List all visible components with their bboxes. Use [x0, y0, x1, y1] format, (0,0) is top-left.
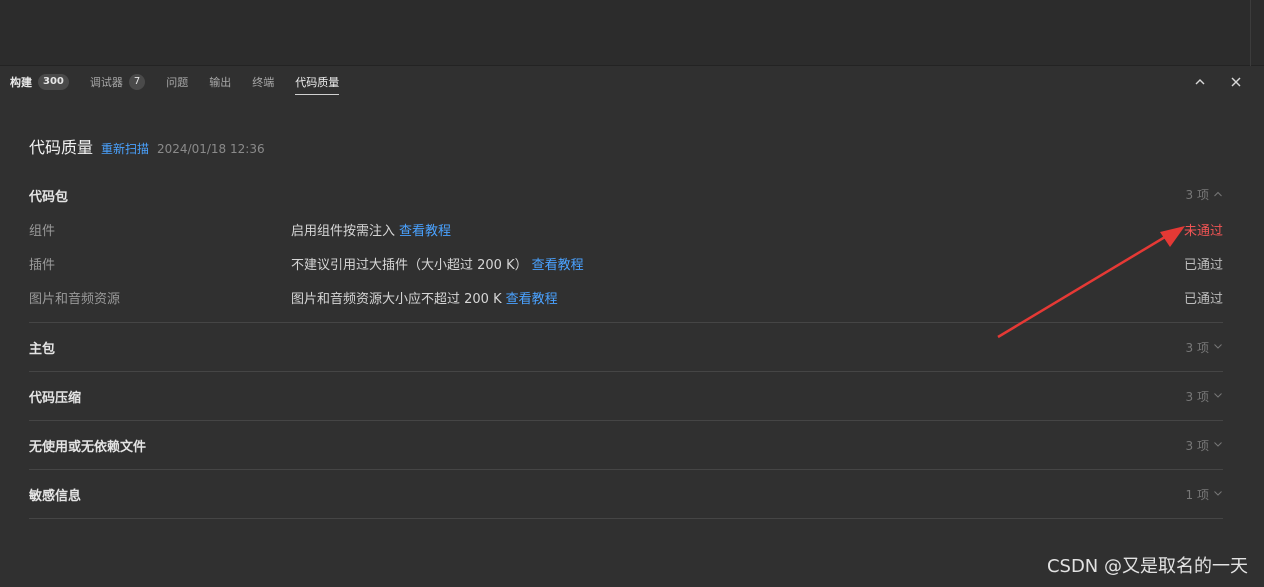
section-title: 无使用或无依赖文件 [29, 439, 147, 455]
section-1: 主包 3 项 [29, 323, 1223, 372]
check-row: 图片和音频资源 图片和音频资源大小应不超过 200 K 查看教程 已通过 [29, 280, 1223, 314]
section-rows: 组件 启用组件按需注入 查看教程 未通过 插件 不建议引用过大插件（大小超过 200 K）… [29, 212, 1223, 322]
section-count: 3 项 [1186, 437, 1223, 454]
tab-1[interactable]: 调试器 7 [89, 66, 146, 98]
section-count-label: 3 项 [1185, 438, 1209, 453]
chevron-down-icon [1213, 487, 1223, 501]
editor-area [0, 0, 1264, 66]
tab-2[interactable]: 问题 [166, 66, 188, 98]
check-description: 不建议引用过大插件（大小超过 200 K） 查看教程 [291, 254, 1184, 273]
tab-label: 代码质量 [295, 76, 340, 89]
scrollbar-edge [1250, 0, 1251, 66]
tab-0[interactable]: 构建 300 [10, 66, 69, 98]
tab-label: 输出 [209, 76, 232, 89]
section-header[interactable]: 代码包 3 项 [29, 178, 1223, 212]
close-icon[interactable] [1228, 74, 1244, 90]
quality-sections: 代码包 3 项组件 启用组件按需注入 查看教程 未通过 插件 不建议引用过大插件（大小超过 … [29, 178, 1223, 519]
section-2: 代码压缩 3 项 [29, 372, 1223, 421]
section-count: 3 项 [1186, 339, 1223, 356]
panel-actions [1192, 74, 1244, 90]
section-count: 3 项 [1186, 186, 1223, 203]
tab-label: 终端 [252, 76, 275, 89]
tab-5[interactable]: 代码质量 [295, 66, 340, 98]
section-count-label: 3 项 [1185, 340, 1209, 355]
panel-tabbar: 构建 300 调试器 7 问题 输出 终端 代码质量 [0, 66, 1264, 98]
bottom-panel: 构建 300 调试器 7 问题 输出 终端 代码质量 代码质量 重新扫描 2024/01/18… [0, 66, 1264, 587]
section-header[interactable]: 敏感信息 1 项 [29, 470, 1223, 518]
section-count-label: 1 项 [1185, 487, 1209, 502]
section-count-label: 3 项 [1185, 188, 1209, 202]
check-status: 已通过 [1183, 291, 1223, 307]
section-header[interactable]: 无使用或无依赖文件 3 项 [29, 421, 1223, 469]
check-name: 图片和音频资源 [29, 291, 121, 307]
check-description-text: 不建议引用过大插件（大小超过 200 K） [291, 257, 528, 273]
check-description-text: 图片和音频资源大小应不超过 200 K [291, 291, 502, 307]
section-header[interactable]: 主包 3 项 [29, 323, 1223, 371]
section-4: 敏感信息 1 项 [29, 470, 1223, 519]
section-header[interactable]: 代码压缩 3 项 [29, 372, 1223, 420]
tab-badge: 300 [38, 74, 69, 90]
chevron-down-icon [1213, 438, 1223, 452]
watermark: CSDN @又是取名的一天 [1046, 556, 1248, 577]
tab-label: 问题 [166, 76, 189, 89]
check-description: 图片和音频资源大小应不超过 200 K 查看教程 [291, 288, 1184, 307]
tab-badge: 7 [128, 74, 146, 90]
section-count: 3 项 [1186, 388, 1223, 405]
check-row: 插件 不建议引用过大插件（大小超过 200 K） 查看教程 已通过 [29, 246, 1223, 280]
tutorial-link[interactable]: 查看教程 [399, 224, 451, 239]
tab-4[interactable]: 终端 [252, 66, 274, 98]
section-title: 代码压缩 [29, 390, 82, 406]
section-title: 敏感信息 [29, 488, 82, 504]
tutorial-link[interactable]: 查看教程 [532, 258, 584, 273]
section-0: 代码包 3 项组件 启用组件按需注入 查看教程 未通过 插件 不建议引用过大插件（大小超过 … [29, 178, 1223, 323]
tutorial-link[interactable]: 查看教程 [506, 292, 558, 307]
check-name: 插件 [29, 257, 56, 273]
check-row: 组件 启用组件按需注入 查看教程 未通过 [29, 212, 1223, 246]
scan-timestamp: 2024/01/18 12:36 [157, 142, 265, 156]
chevron-down-icon [1213, 389, 1223, 403]
chevron-down-icon [1213, 340, 1223, 354]
section-3: 无使用或无依赖文件 3 项 [29, 421, 1223, 470]
rescan-link[interactable]: 重新扫描 [101, 140, 149, 157]
section-count: 1 项 [1186, 486, 1223, 503]
tab-label: 调试器 [89, 76, 123, 89]
chevron-up-icon [1213, 188, 1223, 202]
code-quality-heading: 代码质量 重新扫描 2024/01/18 12:36 [29, 134, 265, 158]
check-name: 组件 [29, 223, 56, 239]
check-description-text: 启用组件按需注入 [291, 223, 396, 239]
chevron-up-icon[interactable] [1192, 74, 1208, 90]
tab-label: 构建 [10, 76, 32, 89]
section-count-label: 3 项 [1185, 389, 1209, 404]
section-title: 代码包 [29, 190, 69, 205]
tab-3[interactable]: 输出 [209, 66, 231, 98]
check-status: 未通过 [1183, 223, 1223, 239]
page-title: 代码质量 [29, 138, 94, 157]
check-status: 已通过 [1183, 257, 1223, 273]
section-title: 主包 [29, 341, 56, 357]
check-description: 启用组件按需注入 查看教程 [291, 220, 1184, 239]
